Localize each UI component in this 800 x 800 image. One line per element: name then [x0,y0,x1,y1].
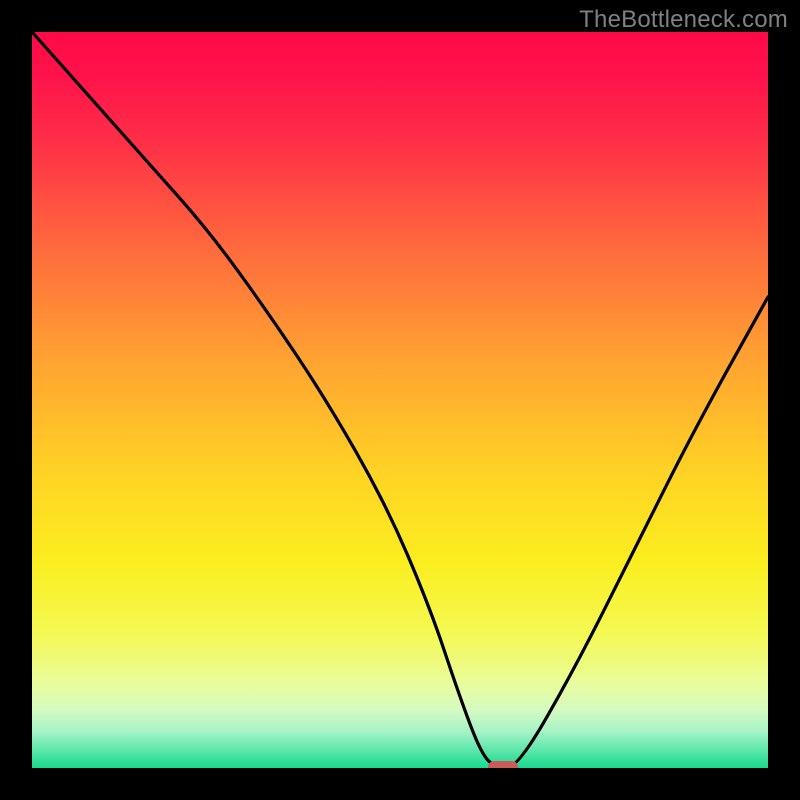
gradient-background [32,32,768,768]
optimal-marker [488,761,518,768]
chart-svg [32,32,768,768]
chart-frame: TheBottleneck.com [0,0,800,800]
watermark-text: TheBottleneck.com [579,6,788,34]
plot-area [32,32,768,768]
